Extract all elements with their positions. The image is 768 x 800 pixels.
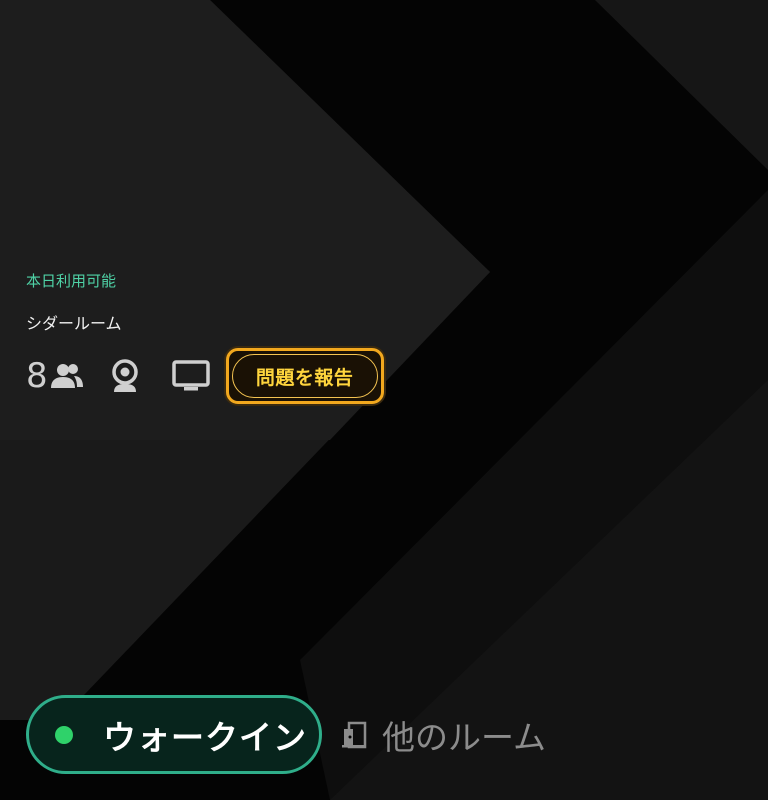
- walk-in-button[interactable]: ウォークイン: [26, 695, 322, 774]
- room-display-screen: 本日利用可能 シダールーム 8 問題を報告 ウォークイン 他のルーム: [0, 0, 768, 800]
- other-rooms-link[interactable]: 他のルーム: [340, 711, 546, 759]
- bottom-action-bar: ウォークイン 他のルーム: [26, 695, 546, 774]
- tv-icon: [171, 360, 210, 392]
- amenities-row: 8 問題を報告: [26, 348, 384, 404]
- door-icon: [340, 721, 368, 749]
- capacity: 8: [26, 359, 110, 393]
- available-dot-icon: [55, 725, 73, 744]
- other-rooms-label: 他のルーム: [382, 717, 547, 757]
- walk-in-label: ウォークイン: [103, 717, 307, 757]
- people-icon: [50, 361, 84, 391]
- webcam-icon: [110, 359, 140, 393]
- report-issue-label: 問題を報告: [231, 354, 378, 398]
- availability-status: 本日利用可能: [26, 272, 117, 290]
- room-name: シダールーム: [26, 314, 122, 333]
- report-issue-button[interactable]: 問題を報告: [225, 348, 384, 404]
- capacity-count: 8: [26, 356, 48, 396]
